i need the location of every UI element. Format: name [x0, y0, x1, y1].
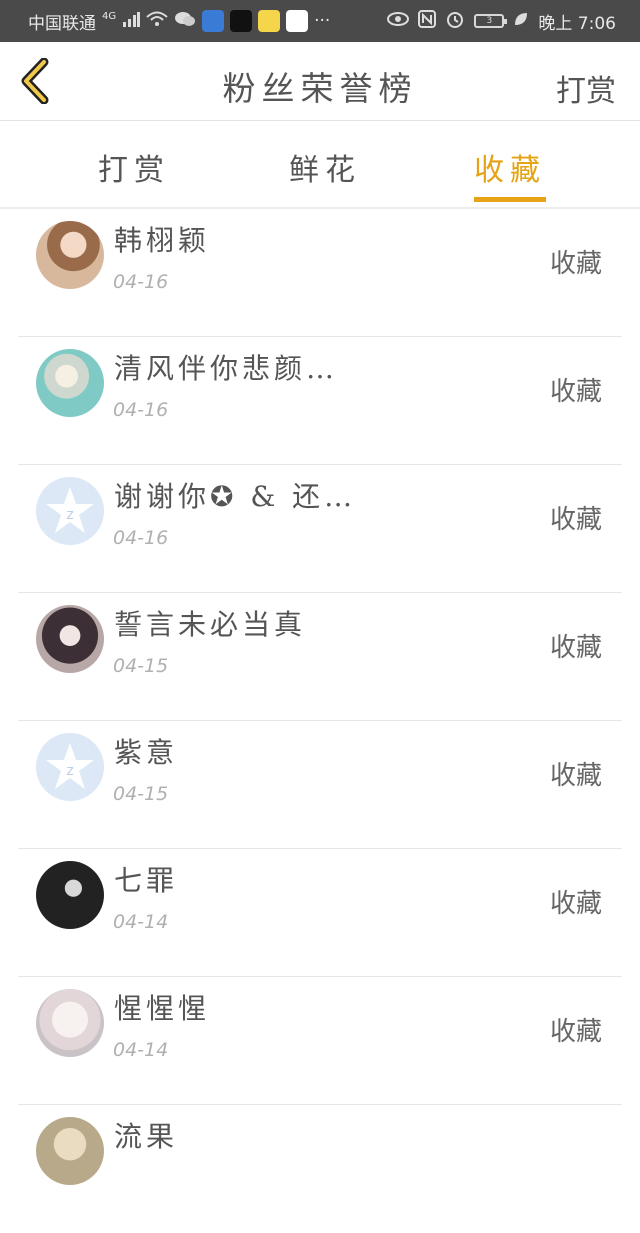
tab-reward[interactable]: 打赏 [98, 145, 170, 189]
app-download-icon [202, 10, 225, 32]
tiktok-icon [230, 10, 253, 32]
fan-name: 七罪 [114, 864, 179, 897]
clock: 晚上 7:06 [538, 13, 616, 34]
svg-text:z: z [66, 507, 73, 523]
avatar[interactable]: z [36, 477, 104, 545]
status-right: 3 晚上 7:06 [387, 0, 616, 42]
status-left: 中国联通 4G ··· [28, 0, 330, 42]
favorite-label: 收藏 [549, 249, 602, 279]
list-item[interactable]: z 谢谢你✪ & 还… 04-16 收藏 [18, 465, 622, 593]
carrier-label: 中国联通 [28, 13, 96, 34]
fan-date: 04-14 [113, 1039, 169, 1061]
page-title: 粉丝荣誉榜 [222, 69, 418, 108]
app-yellow-icon [258, 10, 281, 32]
list-item[interactable]: 流果 [18, 1105, 622, 1233]
more-icon: ··· [314, 11, 331, 31]
wechat-icon [174, 10, 196, 33]
favorite-label: 收藏 [549, 377, 602, 407]
avatar[interactable] [36, 221, 104, 289]
favorite-label: 收藏 [549, 505, 602, 535]
fan-date: 04-16 [113, 527, 169, 549]
fan-name: 清风伴你悲颜… [114, 352, 339, 385]
fan-date: 04-14 [113, 911, 169, 933]
favorite-label: 收藏 [549, 761, 602, 791]
fan-name: 惺惺惺 [114, 992, 211, 1025]
fan-date: 04-16 [113, 271, 169, 293]
list-item[interactable]: 惺惺惺 04-14 收藏 [18, 977, 622, 1105]
leaf-icon [513, 11, 529, 32]
favorite-label: 收藏 [549, 1017, 602, 1047]
avatar[interactable] [36, 989, 104, 1057]
list-item[interactable]: 七罪 04-14 收藏 [18, 849, 622, 977]
active-tab-indicator [474, 197, 546, 202]
battery-icon: 3 [474, 14, 508, 28]
battery-level: 3 [486, 16, 493, 26]
alarm-icon [445, 9, 465, 34]
wifi-icon [146, 11, 168, 32]
tab-favorites[interactable]: 收藏 [474, 145, 546, 189]
fan-name: 韩栩颖 [114, 224, 211, 257]
svg-text:z: z [66, 763, 73, 779]
header: 粉丝荣誉榜 打赏 [0, 42, 640, 121]
list-item[interactable]: 韩栩颖 04-16 收藏 [18, 209, 622, 337]
reward-button[interactable]: 打赏 [556, 66, 616, 110]
avatar[interactable]: z [36, 733, 104, 801]
star-icon: z [46, 487, 94, 533]
avatar[interactable] [36, 861, 104, 929]
avatar[interactable] [36, 605, 104, 673]
fan-date: 04-15 [113, 655, 169, 677]
favorite-label: 收藏 [549, 889, 602, 919]
list-item[interactable]: 誓言未必当真 04-15 收藏 [18, 593, 622, 721]
fan-name: 流果 [114, 1120, 179, 1153]
nfc-icon [418, 9, 437, 33]
tab-flowers[interactable]: 鲜花 [289, 145, 361, 189]
fan-name: 誓言未必当真 [114, 608, 307, 641]
tab-bar: 打赏 鲜花 收藏 [0, 121, 640, 209]
avatar[interactable] [36, 1117, 104, 1185]
network-label: 4G [102, 10, 117, 22]
list-item[interactable]: z 紫意 04-15 收藏 [18, 721, 622, 849]
favorite-label: 收藏 [549, 633, 602, 663]
status-bar: 中国联通 4G ··· 3 晚上 7:06 [0, 0, 640, 42]
baidu-icon [286, 10, 309, 32]
star-icon: z [46, 743, 94, 789]
list-item[interactable]: 清风伴你悲颜… 04-16 收藏 [18, 337, 622, 465]
fan-date: 04-16 [113, 399, 169, 421]
fan-name: 紫意 [114, 736, 179, 769]
avatar[interactable] [36, 349, 104, 417]
fan-date: 04-15 [113, 783, 169, 805]
fan-name: 谢谢你✪ & 还… [114, 480, 357, 513]
eye-icon [387, 11, 410, 31]
signal-icon [122, 11, 141, 32]
